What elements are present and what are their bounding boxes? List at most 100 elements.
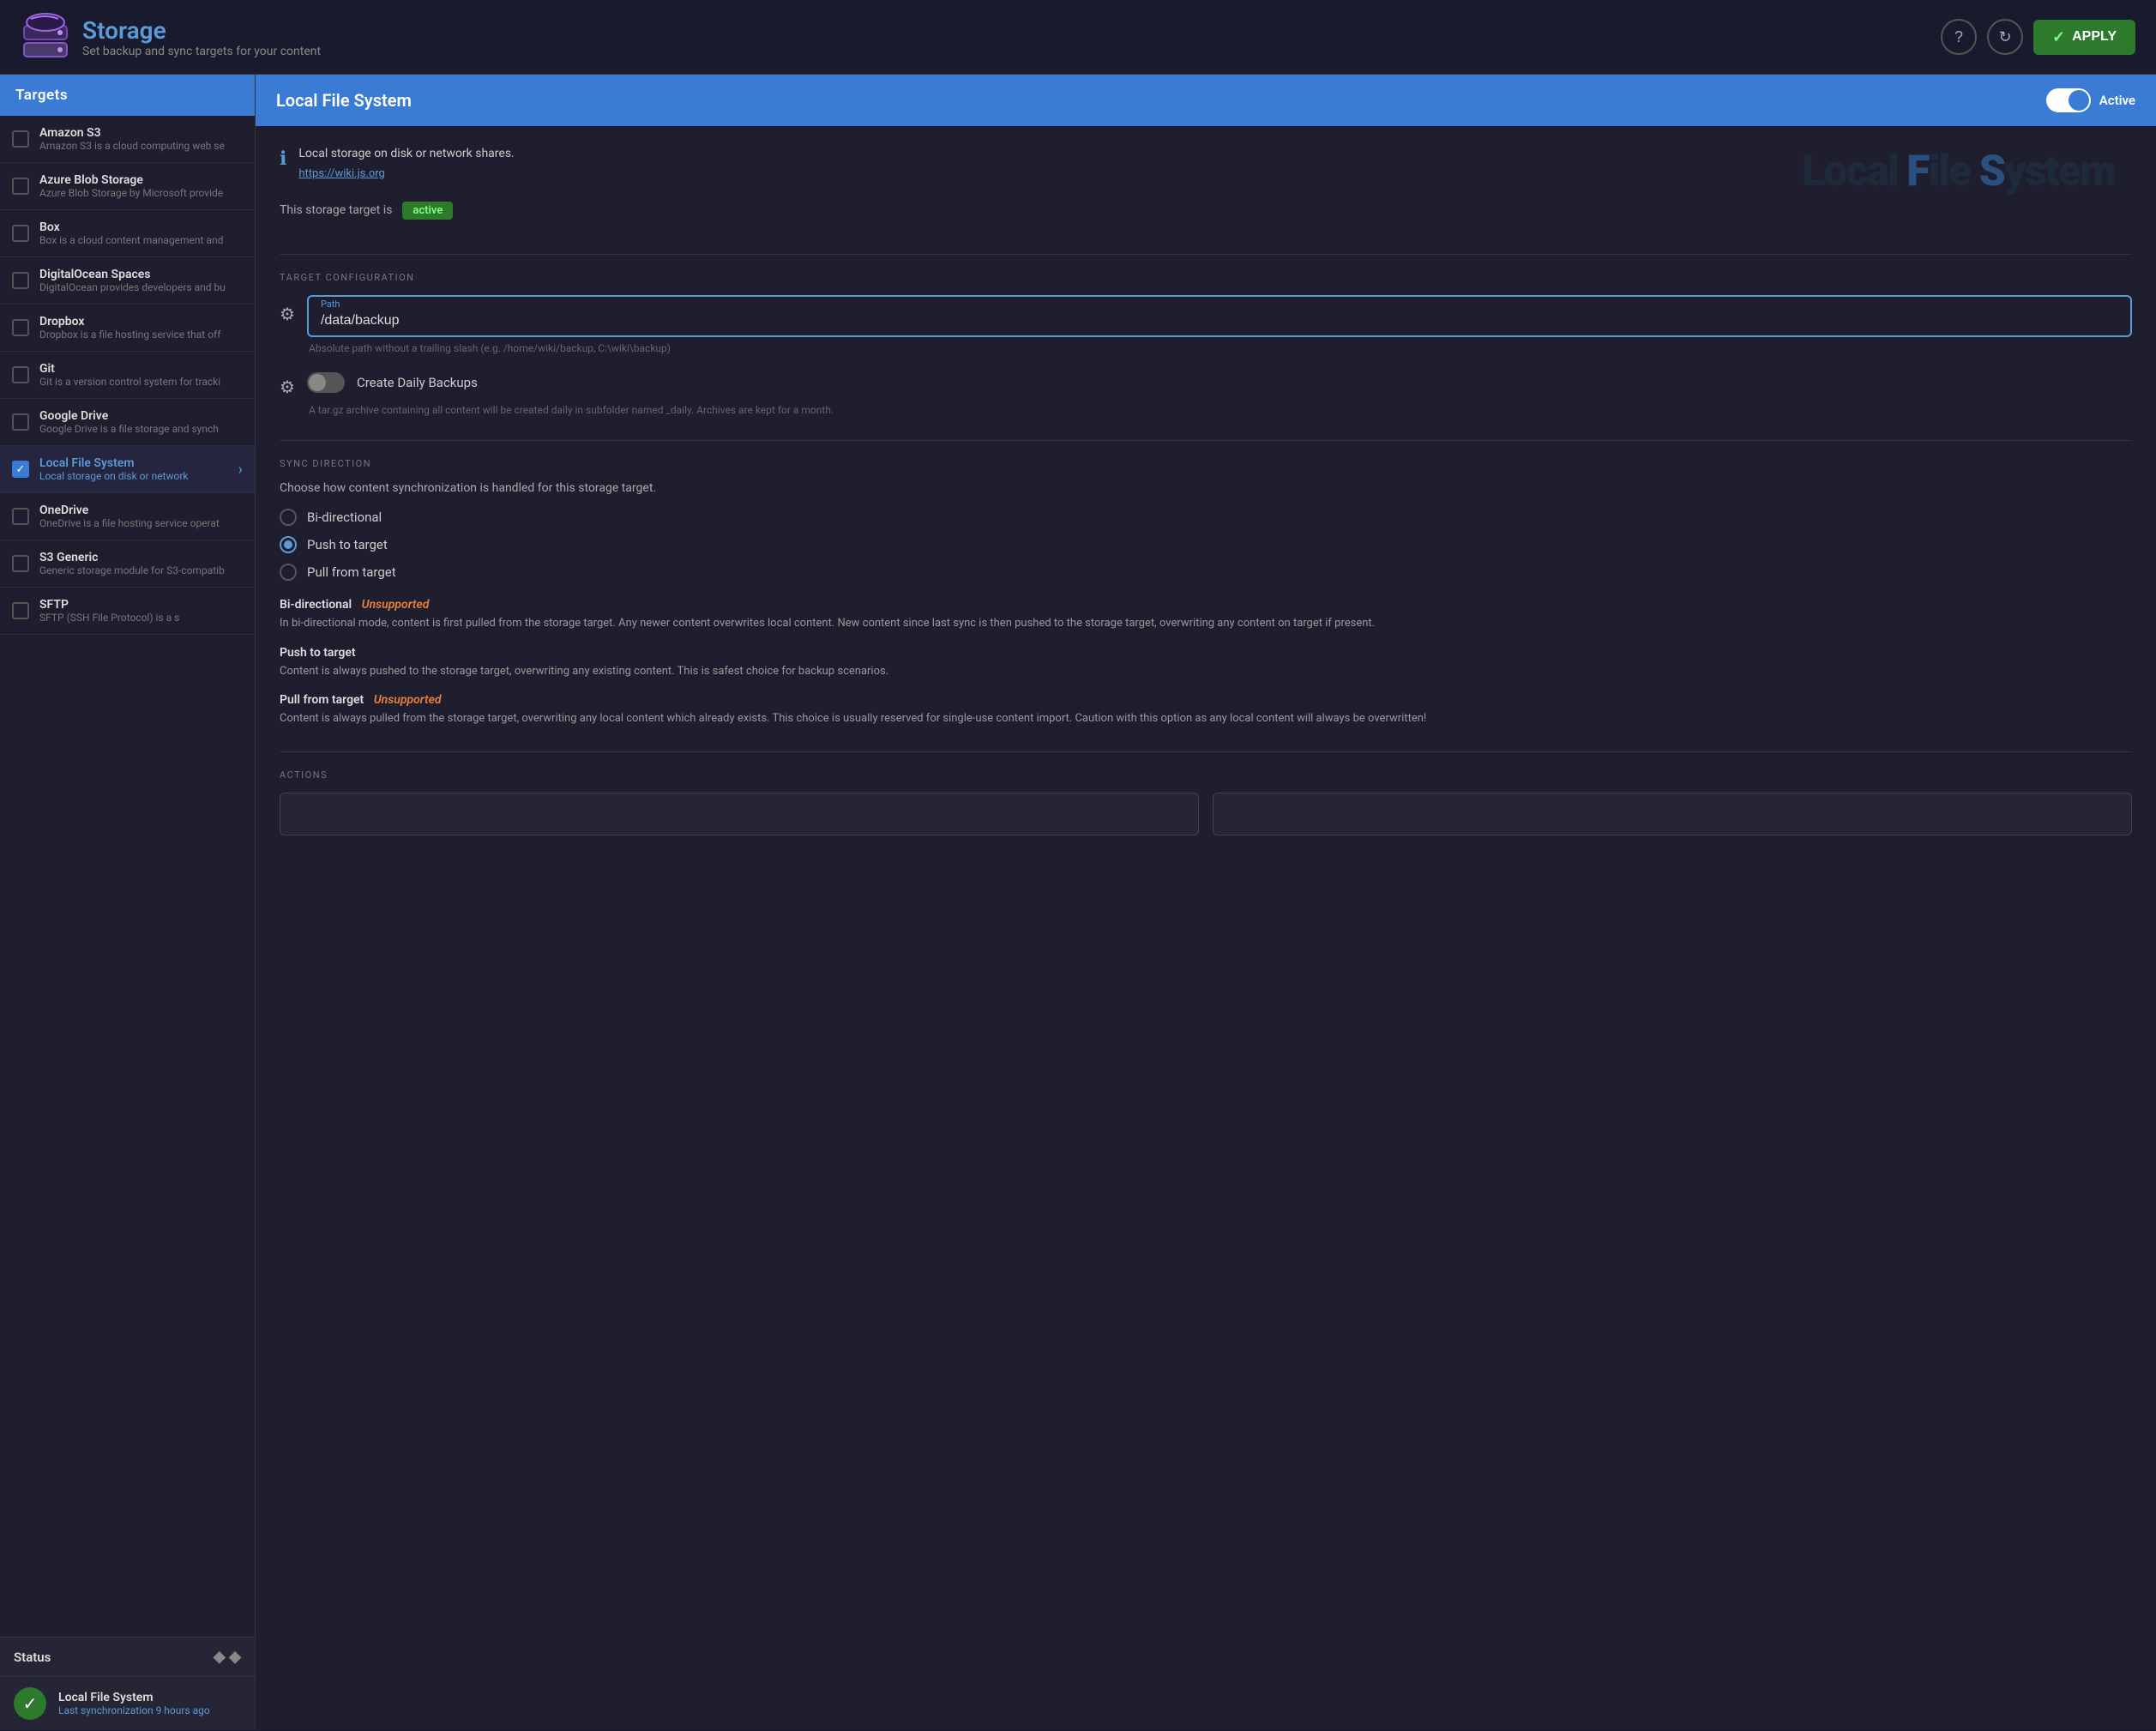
info-description: Local storage on disk or network shares. xyxy=(298,147,2132,160)
sidebar-header: Targets xyxy=(0,75,255,116)
sidebar-checkbox-box[interactable] xyxy=(12,225,29,242)
sidebar-item-name-amazon-s3: Amazon S3 xyxy=(39,126,243,140)
path-label: Path xyxy=(321,299,2118,310)
app-logo-icon xyxy=(21,12,70,62)
sidebar-item-desc-git: Git is a version control system for trac… xyxy=(39,376,243,388)
sidebar-item-text-git: Git Git is a version control system for … xyxy=(39,362,243,388)
daily-backup-row: ⚙ Create Daily Backups xyxy=(280,368,2132,397)
content-body: Local File System ℹ Local storage on dis… xyxy=(256,126,2156,880)
apply-button[interactable]: ✓ APPLY xyxy=(2033,20,2135,55)
sidebar: Targets Amazon S3 Amazon S3 is a cloud c… xyxy=(0,75,256,1730)
sidebar-checkbox-onedrive[interactable] xyxy=(12,508,29,525)
sidebar-checkbox-git[interactable] xyxy=(12,366,29,383)
toggle-container: Active xyxy=(2046,88,2135,112)
sidebar-item-box[interactable]: Box Box is a cloud content management an… xyxy=(0,210,255,257)
sync-info-body-bi: In bi-directional mode, content is first… xyxy=(280,615,2132,632)
sidebar-checkbox-sftp[interactable] xyxy=(12,602,29,619)
sync-info-bi: Bi-directional Unsupported In bi-directi… xyxy=(280,598,2132,632)
refresh-button[interactable]: ↻ xyxy=(1987,19,2023,55)
sidebar-item-google-drive[interactable]: Google Drive Google Drive is a file stor… xyxy=(0,399,255,446)
sidebar-item-text-digitalocean: DigitalOcean Spaces DigitalOcean provide… xyxy=(39,268,243,293)
radio-outer-bi xyxy=(280,509,297,526)
actions-label: ACTIONS xyxy=(280,769,2132,781)
sidebar-item-amazon-s3[interactable]: Amazon S3 Amazon S3 is a cloud computing… xyxy=(0,116,255,163)
radio-pull[interactable]: Pull from target xyxy=(280,564,2132,581)
sidebar-item-name-digitalocean: DigitalOcean Spaces xyxy=(39,268,243,281)
sync-radio-group: Bi-directional Push to target Pu xyxy=(280,509,2132,581)
sidebar-checkbox-azure-blob[interactable] xyxy=(12,178,29,195)
sidebar-item-onedrive[interactable]: OneDrive OneDrive is a file hosting serv… xyxy=(0,493,255,540)
sidebar-checkbox-google-drive[interactable] xyxy=(12,413,29,431)
active-badge-row: This storage target is active xyxy=(280,201,2132,237)
sidebar-item-digitalocean[interactable]: DigitalOcean Spaces DigitalOcean provide… xyxy=(0,257,255,305)
action-button-1[interactable] xyxy=(280,793,1199,835)
sync-info-push: Push to target Content is always pushed … xyxy=(280,646,2132,680)
daily-backup-label: Create Daily Backups xyxy=(357,375,478,390)
status-item-text: Local File System Last synchronization 9… xyxy=(58,1691,210,1716)
sidebar-item-desc-s3-generic: Generic storage module for S3-compatib xyxy=(39,564,243,576)
sidebar-item-dropbox[interactable]: Dropbox Dropbox is a file hosting servic… xyxy=(0,305,255,352)
main-layout: Targets Amazon S3 Amazon S3 is a cloud c… xyxy=(0,75,2156,1730)
sidebar-item-name-google-drive: Google Drive xyxy=(39,409,243,423)
sidebar-item-local-fs[interactable]: ✓ Local File System Local storage on dis… xyxy=(0,446,255,493)
unsupported-badge-pull: Unsupported xyxy=(374,693,442,707)
help-button[interactable]: ? xyxy=(1941,19,1977,55)
header-actions: ? ↻ ✓ APPLY xyxy=(1941,19,2135,55)
path-input[interactable] xyxy=(321,313,2118,329)
sidebar-item-desc-digitalocean: DigitalOcean provides developers and bu xyxy=(39,281,243,293)
sidebar-item-name-sftp: SFTP xyxy=(39,598,243,612)
active-toggle[interactable] xyxy=(2046,88,2091,112)
sync-info-title-bi: Bi-directional Unsupported xyxy=(280,598,2132,612)
sidebar-checkbox-amazon-s3[interactable] xyxy=(12,130,29,148)
sidebar-list: Amazon S3 Amazon S3 is a cloud computing… xyxy=(0,116,255,1637)
unsupported-badge-bi: Unsupported xyxy=(362,598,430,612)
path-hint: Absolute path without a trailing slash (… xyxy=(309,342,2132,354)
apply-label: APPLY xyxy=(2072,29,2117,45)
sync-info-title-pull: Pull from target Unsupported xyxy=(280,693,2132,707)
sidebar-checkbox-digitalocean[interactable] xyxy=(12,272,29,289)
check-icon: ✓ xyxy=(2052,28,2065,46)
sidebar-item-s3-generic[interactable]: S3 Generic Generic storage module for S3… xyxy=(0,540,255,588)
daily-backup-knob xyxy=(309,374,326,391)
sidebar-item-sftp[interactable]: SFTP SFTP (SSH File Protocol) is a s xyxy=(0,588,255,635)
sidebar-item-text-azure-blob: Azure Blob Storage Azure Blob Storage by… xyxy=(39,173,243,199)
sync-info-body-pull: Content is always pulled from the storag… xyxy=(280,710,2132,727)
sidebar-item-name-azure-blob: Azure Blob Storage xyxy=(39,173,243,187)
sidebar-item-text-amazon-s3: Amazon S3 Amazon S3 is a cloud computing… xyxy=(39,126,243,152)
radio-bidirectional[interactable]: Bi-directional xyxy=(280,509,2132,526)
sidebar-title: Targets xyxy=(15,87,68,104)
content-inner: Local File System ℹ Local storage on dis… xyxy=(280,147,2132,835)
radio-outer-push xyxy=(280,536,297,553)
action-button-2[interactable] xyxy=(1213,793,2132,835)
sidebar-item-desc-onedrive: OneDrive is a file hosting service opera… xyxy=(39,517,243,529)
logo-block: Storage Set backup and sync targets for … xyxy=(21,12,321,62)
sidebar-item-desc-box: Box is a cloud content management and xyxy=(39,234,243,246)
info-link[interactable]: https://wiki.js.org xyxy=(298,167,384,180)
status-bar: Status ◆ ◆ ✓ Local File System Last sync… xyxy=(0,1637,255,1730)
sidebar-item-git[interactable]: Git Git is a version control system for … xyxy=(0,352,255,399)
daily-backup-toggle[interactable] xyxy=(307,372,345,393)
content-header-title: Local File System xyxy=(276,90,412,111)
sidebar-item-name-local-fs: Local File System xyxy=(39,456,228,470)
sync-info-body-push: Content is always pushed to the storage … xyxy=(280,663,2132,680)
app-header: Storage Set backup and sync targets for … xyxy=(0,0,2156,75)
sidebar-item-text-dropbox: Dropbox Dropbox is a file hosting servic… xyxy=(39,315,243,341)
actions-row xyxy=(280,793,2132,835)
radio-push[interactable]: Push to target xyxy=(280,536,2132,553)
sidebar-checkbox-local-fs[interactable]: ✓ xyxy=(12,461,29,478)
radio-label-push: Push to target xyxy=(307,537,388,552)
sync-choose-text: Choose how content synchronization is ha… xyxy=(280,481,2132,495)
sidebar-checkbox-dropbox[interactable] xyxy=(12,319,29,336)
help-icon: ? xyxy=(1954,28,1963,46)
sidebar-item-desc-azure-blob: Azure Blob Storage by Microsoft provide xyxy=(39,187,243,199)
sidebar-item-text-local-fs: Local File System Local storage on disk … xyxy=(39,456,228,482)
sidebar-item-name-s3-generic: S3 Generic xyxy=(39,551,243,564)
status-item-local-fs: ✓ Local File System Last synchronization… xyxy=(0,1676,255,1730)
sidebar-checkbox-s3-generic[interactable] xyxy=(12,555,29,572)
sync-direction-label: SYNC DIRECTION xyxy=(280,458,2132,469)
sidebar-item-azure-blob[interactable]: Azure Blob Storage Azure Blob Storage by… xyxy=(0,163,255,210)
checkmark-icon: ✓ xyxy=(16,463,26,476)
info-icon: ℹ xyxy=(280,148,286,170)
header-title-block: Storage Set backup and sync targets for … xyxy=(82,16,321,58)
active-toggle-label: Active xyxy=(2099,93,2135,108)
